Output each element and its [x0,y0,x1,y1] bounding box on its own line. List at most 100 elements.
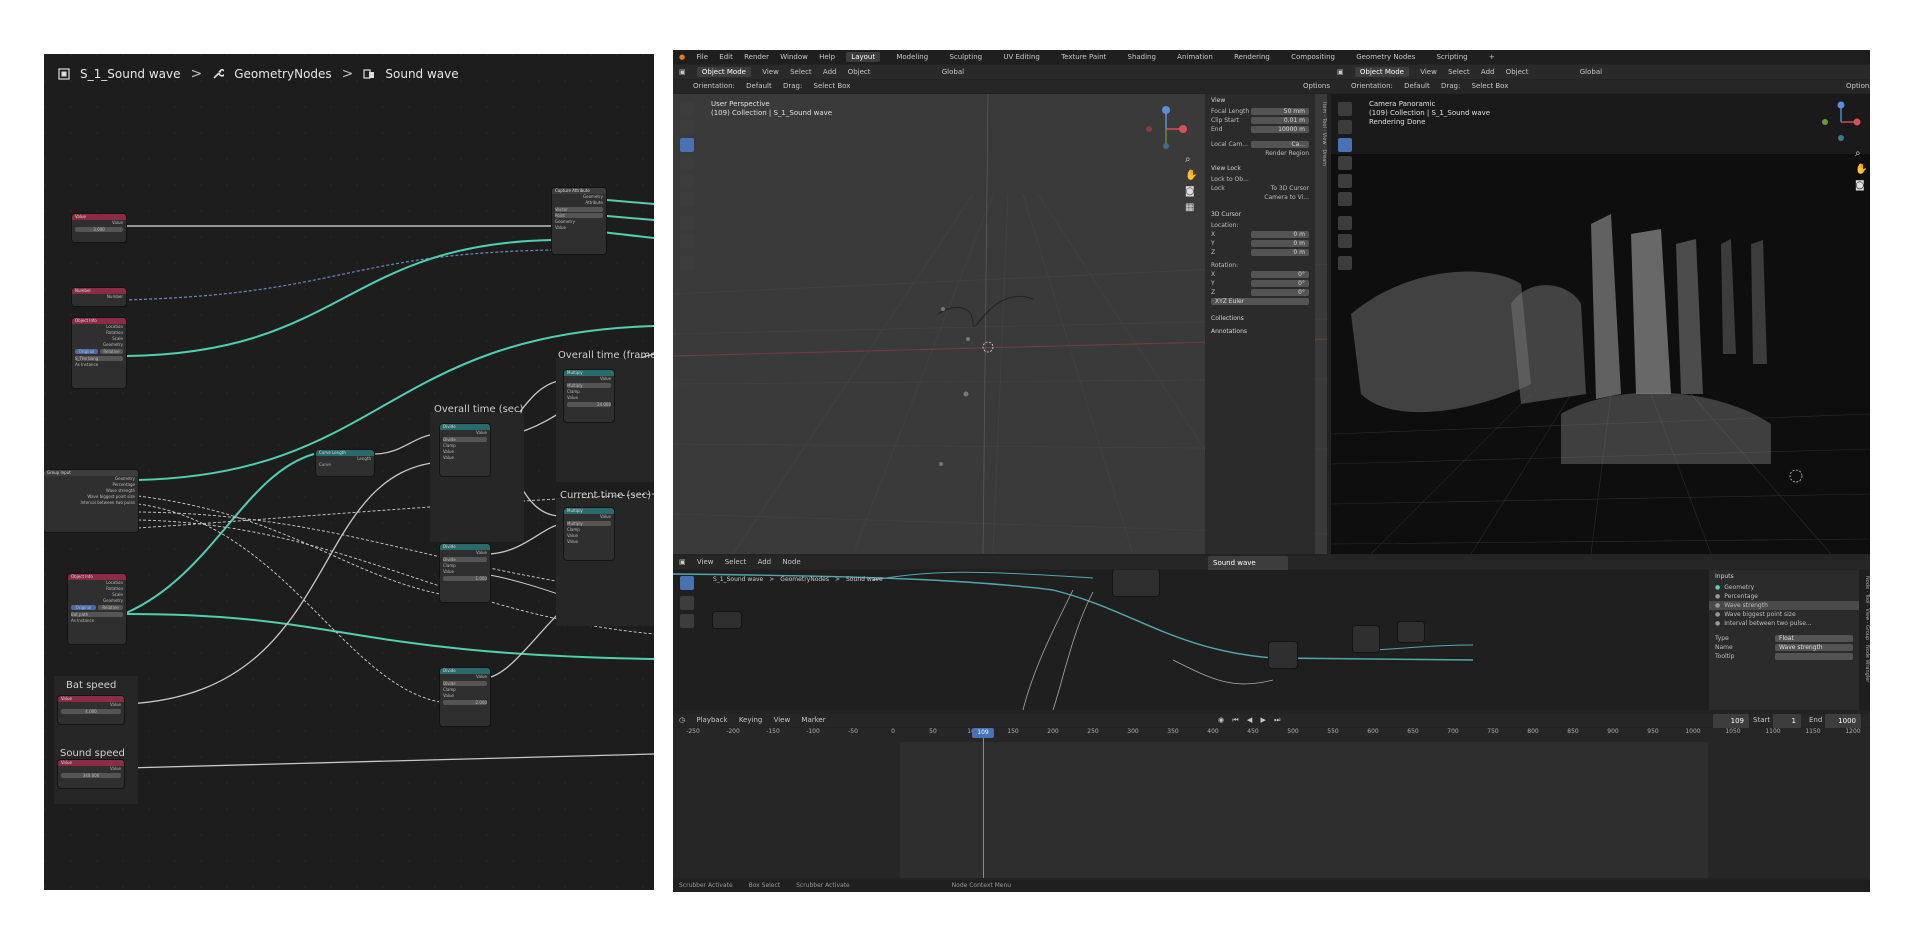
add-cube-tool-icon[interactable] [680,256,694,270]
cursor-location-z[interactable]: 0 m [1251,249,1309,256]
multiply-node[interactable]: Multiply Value Multiply Clamp Value 24.0… [564,370,614,422]
node-editor-zoom[interactable]: S_1_Sound wave > GeometryNodes > Sound w… [44,54,654,890]
pan-hand-icon[interactable]: ✋ [1855,164,1867,175]
cursor-location-x[interactable]: 0 m [1251,231,1309,238]
menu-edit[interactable]: Edit [719,53,733,61]
local-camera-field[interactable]: Ca... [1251,141,1309,148]
menu-playback[interactable]: Playback [696,716,727,724]
measure-tool-icon[interactable] [680,234,694,248]
add-cube-tool-icon[interactable] [1338,256,1352,270]
move-tool-icon[interactable] [680,138,694,152]
tab-animation[interactable]: Animation [1172,52,1218,62]
value-node[interactable]: Value Value 3.000 [72,214,126,242]
scale-tool-icon[interactable] [680,174,694,188]
socket-tooltip-field[interactable] [1775,653,1853,660]
camera-icon[interactable]: ◙ [1185,186,1195,197]
cursor-rotation-z[interactable]: 0° [1251,289,1309,296]
tab-item[interactable]: Item [1321,102,1327,113]
measure-tool-icon[interactable] [1338,234,1352,248]
editor-type-icon[interactable]: ▣ [679,68,686,76]
view-section-header[interactable]: View [1205,94,1315,107]
multiply-node[interactable]: Multiply Value Multiply Clamp Value Valu… [564,508,614,560]
object-info-node[interactable]: Object Info Location Rotation Scale Geom… [72,318,126,388]
transform-tool-icon[interactable] [680,192,694,206]
select-tool-icon[interactable] [1338,102,1352,116]
node-box[interactable] [1113,570,1159,596]
timeline-area[interactable]: -250-200-150-100-50050100150200250300350… [673,728,1870,878]
number-node[interactable]: Number Number [72,288,126,306]
curve-length-node[interactable]: Curve Length Length Curve [316,450,374,476]
menu-add[interactable]: Add [823,68,837,76]
pan-hand-icon[interactable]: ✋ [1185,170,1197,181]
cursor-rotation-y[interactable]: 0° [1251,280,1309,287]
menu-render[interactable]: Render [744,53,769,61]
scale-tool-icon[interactable] [1338,174,1352,188]
tab-compositing[interactable]: Compositing [1286,52,1340,62]
zoom-icon[interactable]: ⌕ [1185,154,1191,165]
geometry-node-editor[interactable]: S_1_Sound wave > GeometryNodes > Sound wav… [673,570,1870,710]
playback-controls[interactable]: ◉ ⏮ ◀ ▶ ⏭ [1218,714,1283,727]
socket-type-dropdown[interactable]: Float [1775,635,1853,642]
blender-logo-icon[interactable]: ● [679,53,685,61]
divide-node[interactable]: Divide Value Divide Clamp Value 2.000 [440,668,490,726]
links-cut-tool-icon[interactable] [680,614,694,628]
orientation-dropdown[interactable]: Default [1404,82,1430,90]
node-tree-selector[interactable]: Sound wave [1208,556,1288,571]
current-frame-field[interactable]: 109 [1713,714,1749,729]
editor-type-icon[interactable]: ◷ [679,716,685,724]
value-node[interactable]: Value Value 4.000 [58,696,124,724]
node-box[interactable] [1398,622,1424,642]
tab-tool[interactable]: Tool [1321,118,1327,128]
menu-window[interactable]: Window [780,53,808,61]
camera-icon[interactable]: ◙ [1855,180,1865,191]
cursor-tool-icon[interactable] [680,120,694,134]
tab-uv-editing[interactable]: UV Editing [998,52,1045,62]
breadcrumb-object[interactable]: S_1_Sound wave [80,67,181,81]
cursor-location-y[interactable]: 0 m [1251,240,1309,247]
menu-view[interactable]: View [697,558,714,566]
menu-object[interactable]: Object [848,68,871,76]
input-item[interactable]: Interval between two pulse... [1724,620,1811,627]
input-item[interactable]: Percentage [1724,593,1758,600]
annotate-tool-icon[interactable] [680,216,694,230]
navigation-gizmo[interactable] [1819,100,1863,144]
clip-start-field[interactable]: 0.01 m [1251,117,1309,124]
menu-add[interactable]: Add [1481,68,1495,76]
tab-texture-paint[interactable]: Texture Paint [1056,52,1111,62]
options-dropdown[interactable]: Options [1846,80,1870,93]
divide-node[interactable]: Divide Value Divide Clamp Value 1.000 [440,544,490,602]
tab-sculpting[interactable]: Sculpting [944,52,987,62]
navigation-gizmo[interactable] [1141,104,1191,154]
rotate-tool-icon[interactable] [1338,156,1352,170]
tab-geometry-nodes[interactable]: Geometry Nodes [1351,52,1420,62]
end-frame-field[interactable]: 1000 [1825,714,1861,729]
annotate-tool-icon[interactable] [1338,216,1352,230]
annotations-header[interactable]: Annotations [1205,325,1315,338]
breadcrumb-modifier[interactable]: GeometryNodes [234,67,331,81]
menu-file[interactable]: File [696,53,708,61]
object-info-node[interactable]: Object Info Location Rotation Scale Geom… [68,574,126,644]
timeline-ruler[interactable]: -250-200-150-100-50050100150200250300350… [673,728,1870,740]
view-lock-header[interactable]: View Lock [1205,162,1315,175]
capture-attribute-node[interactable]: Capture Attribute Geometry Attribute Vec… [552,188,606,254]
editor-type-icon[interactable]: ▣ [679,558,686,566]
camera-to-view-checkbox[interactable]: Camera to Vi... [1264,194,1309,201]
menu-keying[interactable]: Keying [739,716,763,724]
transform-tool-icon[interactable] [1338,192,1352,206]
start-frame-field[interactable]: 1 [1773,714,1801,729]
3d-cursor-header[interactable]: 3D Cursor [1205,208,1315,221]
node-box[interactable] [1269,642,1297,668]
socket-name-field[interactable]: Wave strength [1775,644,1853,651]
options-dropdown[interactable]: Options [1303,80,1330,93]
focal-length-field[interactable]: 50 mm [1251,108,1309,115]
menu-object[interactable]: Object [1506,68,1529,76]
tab-view[interactable]: View [1321,133,1327,145]
tab-rendering[interactable]: Rendering [1229,52,1275,62]
clip-end-field[interactable]: 10000 m [1251,126,1309,133]
editor-type-icon[interactable]: ▣ [1337,68,1344,76]
input-item-active[interactable]: Wave strength [1724,602,1768,609]
menu-select[interactable]: Select [725,558,747,566]
mode-dropdown[interactable]: Object Mode [1354,67,1409,77]
move-tool-icon[interactable] [1338,138,1352,152]
tab-shading[interactable]: Shading [1123,52,1161,62]
